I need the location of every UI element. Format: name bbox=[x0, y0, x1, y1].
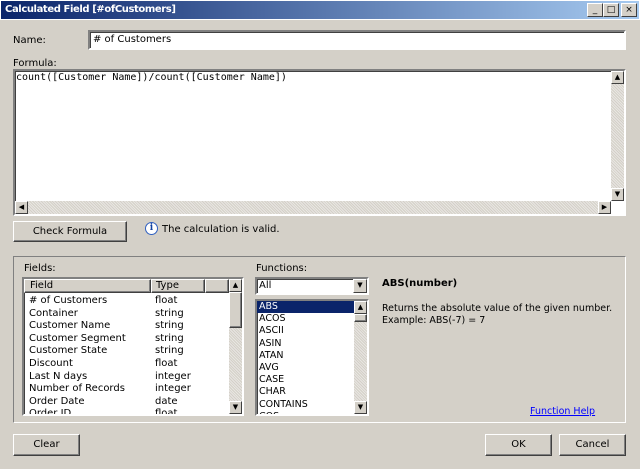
scroll-up-icon[interactable]: ▲ bbox=[229, 279, 242, 292]
field-name: Order Date bbox=[29, 395, 85, 407]
field-row[interactable]: Container string bbox=[24, 308, 229, 321]
field-row[interactable]: Order ID float bbox=[24, 408, 229, 416]
field-row[interactable]: Number of Records integer bbox=[24, 383, 229, 396]
field-row[interactable]: # of Customers float bbox=[24, 295, 229, 308]
clear-button[interactable]: Clear bbox=[13, 434, 80, 456]
field-row[interactable]: Customer State string bbox=[24, 345, 229, 358]
function-item[interactable]: ATAN bbox=[257, 350, 354, 362]
function-item[interactable]: ASCII bbox=[257, 325, 354, 337]
field-row[interactable]: Customer Segment string bbox=[24, 333, 229, 346]
fields-list[interactable]: Field Type # of Customers float Container s… bbox=[22, 277, 244, 416]
field-name: Container bbox=[29, 307, 78, 319]
scroll-up-icon[interactable]: ▲ bbox=[354, 301, 367, 314]
info-icon: i bbox=[145, 222, 158, 235]
scroll-down-icon[interactable]: ▼ bbox=[611, 188, 624, 201]
field-name: Number of Records bbox=[29, 383, 125, 395]
scroll-left-icon[interactable]: ◀ bbox=[15, 201, 28, 214]
field-row[interactable]: Last N days integer bbox=[24, 371, 229, 384]
field-type: float bbox=[155, 357, 178, 369]
minimize-button[interactable]: _ bbox=[587, 3, 603, 17]
function-signature: ABS(number) bbox=[382, 278, 458, 289]
functions-vscroll[interactable]: ▲ ▼ bbox=[354, 301, 367, 414]
name-label: Name: bbox=[13, 35, 46, 46]
field-type: string bbox=[155, 345, 184, 357]
function-item[interactable]: ABS bbox=[257, 301, 354, 314]
scroll-down-icon[interactable]: ▼ bbox=[229, 401, 242, 414]
formula-label: Formula: bbox=[13, 58, 57, 69]
field-row[interactable]: Order Date date bbox=[24, 396, 229, 409]
ok-button[interactable]: OK bbox=[485, 434, 552, 456]
formula-text: count([Customer Name])/count([Customer N… bbox=[16, 72, 287, 83]
status-text: The calculation is valid. bbox=[162, 224, 280, 235]
functions-label: Functions: bbox=[256, 263, 308, 274]
function-help-link[interactable]: Function Help bbox=[530, 406, 595, 417]
title-bar: Calculated Field [#ofCustomers] bbox=[0, 0, 640, 20]
function-example: Example: ABS(-7) = 7 bbox=[382, 315, 486, 326]
function-item[interactable]: AVG bbox=[257, 362, 354, 374]
field-name: Customer Segment bbox=[29, 332, 126, 344]
maximize-button[interactable]: □ bbox=[603, 3, 619, 17]
function-item[interactable]: ACOS bbox=[257, 313, 354, 325]
field-type: float bbox=[155, 408, 178, 416]
field-name: Order ID bbox=[29, 408, 72, 416]
field-name: # of Customers bbox=[29, 295, 108, 306]
scroll-up-icon[interactable]: ▲ bbox=[611, 71, 624, 84]
cancel-button[interactable]: Cancel bbox=[559, 434, 626, 456]
field-type: integer bbox=[155, 370, 191, 382]
field-type: float bbox=[155, 295, 178, 306]
function-item[interactable]: COS bbox=[257, 411, 354, 414]
formula-vscroll[interactable]: ▲ ▼ bbox=[611, 71, 624, 201]
window-title: Calculated Field [#ofCustomers] bbox=[5, 4, 176, 15]
scroll-thumb[interactable] bbox=[229, 292, 242, 328]
function-item[interactable]: CONTAINS bbox=[257, 399, 354, 411]
functions-list[interactable]: ABSACOSASCIIASINATANAVGCASECHARCONTAINSC… bbox=[255, 299, 369, 416]
field-type: date bbox=[155, 395, 178, 407]
function-item[interactable]: CHAR bbox=[257, 386, 354, 398]
chevron-down-icon[interactable]: ▼ bbox=[353, 279, 367, 293]
function-item[interactable]: ASIN bbox=[257, 338, 354, 350]
field-type: string bbox=[155, 307, 184, 319]
field-name: Customer Name bbox=[29, 320, 111, 332]
field-name: Last N days bbox=[29, 370, 88, 382]
field-type: string bbox=[155, 332, 184, 344]
close-button[interactable]: × bbox=[621, 3, 637, 17]
field-type: string bbox=[155, 320, 184, 332]
name-input[interactable]: # of Customers bbox=[88, 30, 626, 50]
field-row[interactable]: Customer Name string bbox=[24, 320, 229, 333]
function-description: Returns the absolute value of the given … bbox=[382, 303, 613, 314]
function-item[interactable]: CASE bbox=[257, 374, 354, 386]
functions-filter-select[interactable]: All ▼ bbox=[255, 277, 369, 295]
scroll-right-icon[interactable]: ▶ bbox=[598, 201, 611, 214]
fields-label: Fields: bbox=[24, 263, 56, 274]
field-name: Customer State bbox=[29, 345, 108, 357]
column-header-blank bbox=[205, 279, 229, 293]
field-row[interactable]: Discount float bbox=[24, 358, 229, 371]
formula-editor[interactable]: count([Customer Name])/count([Customer N… bbox=[13, 69, 626, 216]
fields-vscroll[interactable]: ▲ ▼ bbox=[229, 279, 242, 414]
field-name: Discount bbox=[29, 357, 73, 369]
check-formula-button[interactable]: Check Formula bbox=[13, 221, 127, 242]
field-type: integer bbox=[155, 383, 191, 395]
scroll-down-icon[interactable]: ▼ bbox=[354, 401, 367, 414]
scroll-thumb[interactable] bbox=[354, 314, 367, 322]
filter-value: All bbox=[259, 280, 272, 291]
formula-hscroll[interactable]: ◀ ▶ bbox=[15, 201, 611, 214]
column-header-type[interactable]: Type bbox=[151, 279, 205, 293]
column-header-field[interactable]: Field bbox=[24, 279, 151, 293]
